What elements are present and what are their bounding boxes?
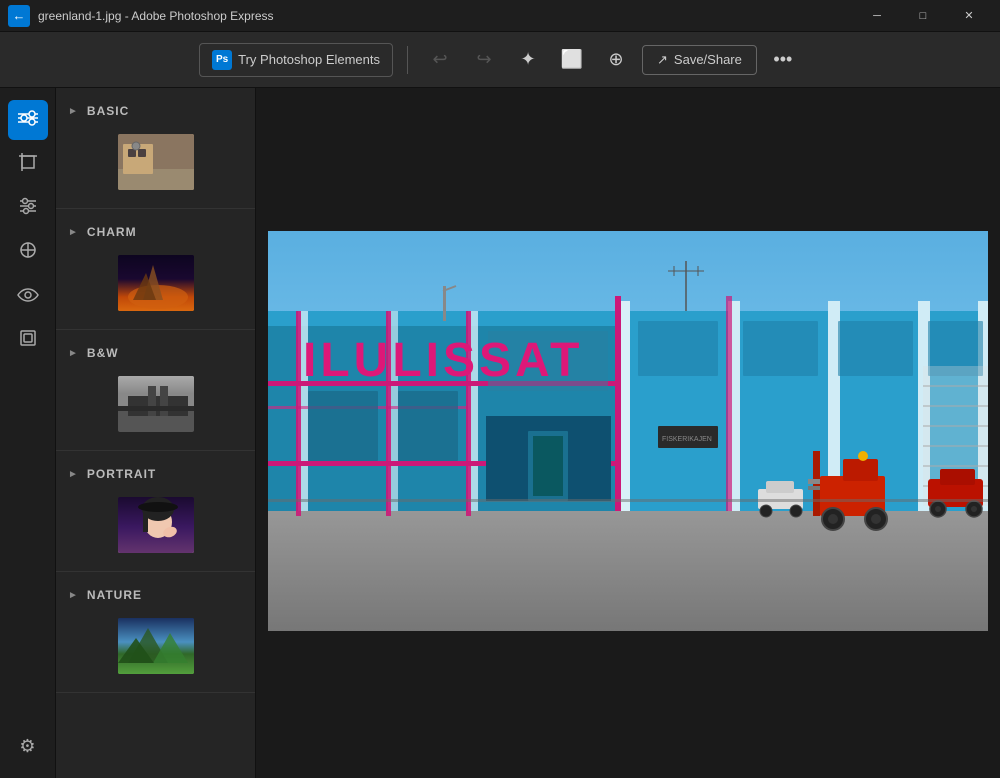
filter-bw-preview xyxy=(118,376,194,432)
nav-crop-button[interactable] xyxy=(8,144,48,184)
main-photo: ILULISSAT FISKERIKAJEN xyxy=(268,231,988,631)
chevron-charm-icon: ► xyxy=(68,227,79,238)
nav-settings-button[interactable]: ⚙ xyxy=(8,726,48,766)
close-button[interactable]: ✕ xyxy=(946,0,992,32)
settings-icon: ⚙ xyxy=(19,736,35,757)
canvas-area: ILULISSAT FISKERIKAJEN xyxy=(256,88,1000,778)
main-content: ⚙ ► BASIC xyxy=(0,88,1000,778)
toolbar: Ps Try Photoshop Elements ↩ ↪ ✦ ⬜ ⊕ ↗ Sa… xyxy=(0,32,1000,88)
back-button[interactable]: ← xyxy=(8,5,30,27)
photo-canvas: ILULISSAT FISKERIKAJEN xyxy=(268,231,988,636)
filter-section-charm: ► CHARM xyxy=(56,209,255,330)
filter-portrait-thumbnail[interactable] xyxy=(116,495,196,555)
undo-button[interactable]: ↩ xyxy=(422,42,458,78)
healing-icon xyxy=(18,240,38,265)
compare-button[interactable]: ⬜ xyxy=(554,42,590,78)
svg-text:FISKERIKAJEN: FISKERIKAJEN xyxy=(662,436,712,443)
photoshop-icon: Ps xyxy=(212,50,232,70)
title-bar: ← greenland-1.jpg - Adobe Photoshop Expr… xyxy=(0,0,1000,32)
filter-bw-thumbnail[interactable] xyxy=(116,374,196,434)
filter-bw-thumbnail-row xyxy=(56,366,255,440)
more-options-button[interactable]: ••• xyxy=(765,42,801,78)
filter-section-portrait: ► PORTRAIT xyxy=(56,451,255,572)
left-nav: ⚙ xyxy=(0,88,56,778)
compare-icon: ⬜ xyxy=(561,49,583,70)
sparkle-button[interactable]: ✦ xyxy=(510,42,546,78)
filters-icon xyxy=(17,107,39,134)
more-icon: ••• xyxy=(773,49,792,70)
undo-icon: ↩ xyxy=(432,49,447,70)
filter-charm-thumbnail[interactable] xyxy=(116,253,196,313)
filter-section-basic: ► BASIC xyxy=(56,88,255,209)
filter-section-portrait-header[interactable]: ► PORTRAIT xyxy=(56,461,255,487)
chevron-portrait-icon: ► xyxy=(68,469,79,480)
filter-nature-thumbnail[interactable] xyxy=(116,616,196,676)
filter-basic-thumbnail[interactable] xyxy=(116,132,196,192)
sparkle-icon: ✦ xyxy=(520,49,535,70)
toolbar-divider-1 xyxy=(407,46,408,74)
building-text: ILULISSAT xyxy=(303,334,583,387)
nav-layers-button[interactable] xyxy=(8,320,48,360)
nav-filters-button[interactable] xyxy=(8,100,48,140)
maximize-button[interactable]: □ xyxy=(900,0,946,32)
crop-icon xyxy=(18,152,38,177)
filter-basic-preview xyxy=(118,134,194,190)
filter-nature-thumbnail-row xyxy=(56,608,255,682)
window-title: greenland-1.jpg - Adobe Photoshop Expres… xyxy=(38,9,274,23)
zoom-button[interactable]: ⊕ xyxy=(598,42,634,78)
filter-section-charm-header[interactable]: ► CHARM xyxy=(56,219,255,245)
filters-panel: ► BASIC xyxy=(56,88,256,778)
filter-section-bw-header[interactable]: ► B&W xyxy=(56,340,255,366)
nav-healing-button[interactable] xyxy=(8,232,48,272)
chevron-bw-icon: ► xyxy=(68,348,79,359)
filter-section-nature: ► NATURE xyxy=(56,572,255,693)
share-icon: ↗ xyxy=(657,52,668,68)
filter-section-basic-header[interactable]: ► BASIC xyxy=(56,98,255,124)
adjust-icon xyxy=(18,196,38,221)
window-controls: ─ □ ✕ xyxy=(854,0,992,32)
layers-icon xyxy=(18,328,38,353)
redo-icon: ↪ xyxy=(476,49,491,70)
nav-eye-button[interactable] xyxy=(8,276,48,316)
redo-button[interactable]: ↪ xyxy=(466,42,502,78)
chevron-nature-icon: ► xyxy=(68,590,79,601)
nav-adjust-button[interactable] xyxy=(8,188,48,228)
save-share-button[interactable]: ↗ Save/Share xyxy=(642,45,757,75)
filter-charm-preview xyxy=(118,255,194,311)
title-bar-left: ← greenland-1.jpg - Adobe Photoshop Expr… xyxy=(8,5,274,27)
filter-basic-thumbnail-row xyxy=(56,124,255,198)
filter-portrait-thumbnail-row xyxy=(56,487,255,561)
minimize-button[interactable]: ─ xyxy=(854,0,900,32)
filter-portrait-preview xyxy=(118,497,194,553)
try-photoshop-button[interactable]: Ps Try Photoshop Elements xyxy=(199,43,393,77)
filter-section-bw: ► B&W xyxy=(56,330,255,451)
filter-nature-preview xyxy=(118,618,194,674)
filter-section-nature-header[interactable]: ► NATURE xyxy=(56,582,255,608)
chevron-basic-icon: ► xyxy=(68,106,79,117)
zoom-icon: ⊕ xyxy=(608,49,623,70)
filter-charm-thumbnail-row xyxy=(56,245,255,319)
eye-icon xyxy=(17,286,39,307)
